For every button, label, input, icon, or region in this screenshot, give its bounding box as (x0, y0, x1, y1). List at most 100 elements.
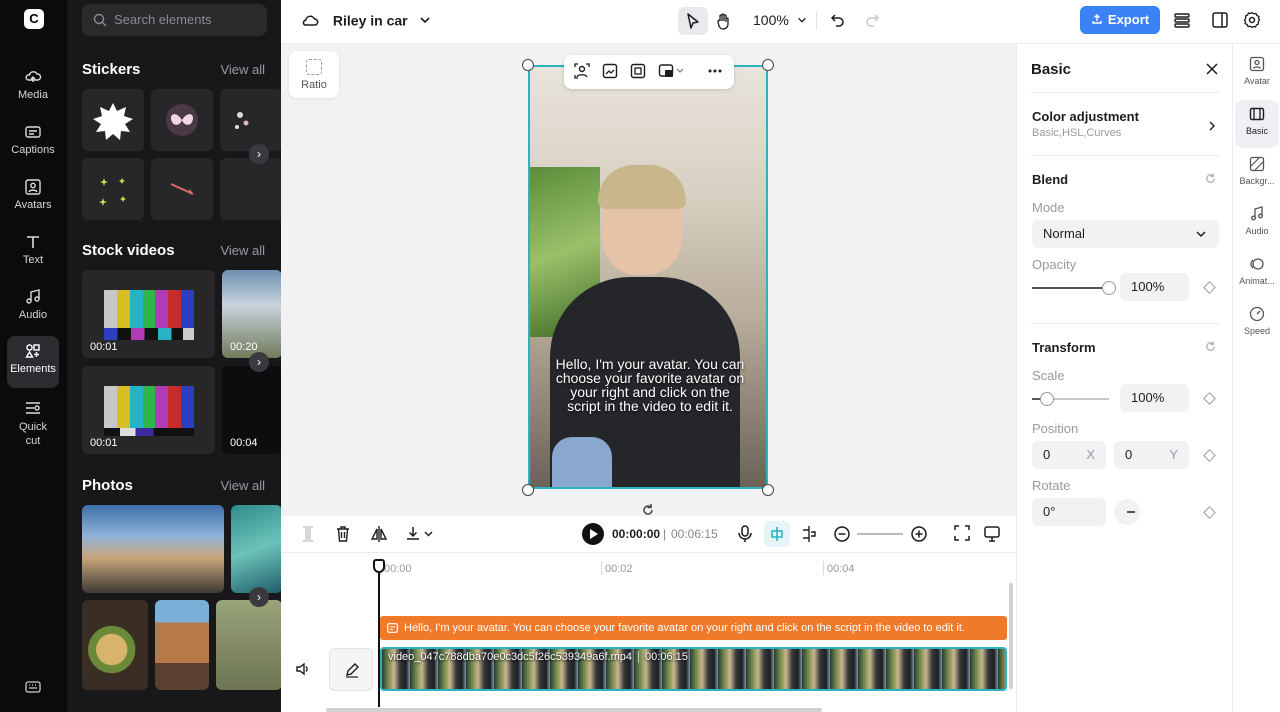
stickers-view-all-link[interactable]: View all (220, 62, 265, 77)
photo-item[interactable] (216, 600, 281, 690)
ratio-button[interactable]: Ratio (289, 51, 339, 98)
position-keyframe-icon[interactable] (1203, 449, 1216, 462)
photo-item[interactable] (155, 600, 209, 690)
auto-snap-toggle[interactable] (764, 521, 790, 547)
sticker-item[interactable] (151, 158, 213, 220)
split-icon[interactable] (300, 525, 316, 543)
rail-item-avatars[interactable]: Avatars (7, 172, 59, 224)
rail-item-quick-cut[interactable]: Quick cut (7, 393, 59, 453)
volume-speaker-icon[interactable] (295, 661, 311, 677)
sticker-item[interactable] (82, 158, 144, 220)
resize-handle-bottom-left[interactable] (522, 484, 534, 496)
download-icon[interactable] (405, 525, 435, 543)
project-name-dropdown[interactable]: Riley in car (301, 11, 441, 28)
flip-icon[interactable] (370, 525, 388, 543)
app-logo-icon[interactable]: C (24, 9, 44, 29)
slider-thumb[interactable] (1102, 281, 1116, 295)
photo-item[interactable] (82, 600, 148, 690)
hand-tool-button[interactable] (709, 7, 739, 35)
tab-background[interactable]: Backgr... (1235, 150, 1279, 198)
resize-handle-top-left[interactable] (522, 59, 534, 71)
slider-thumb[interactable] (1040, 392, 1054, 406)
replace-media-icon[interactable] (602, 63, 618, 82)
photo-item[interactable] (231, 505, 281, 593)
fit-to-screen-icon[interactable] (954, 525, 970, 541)
caption-view-icon[interactable] (983, 525, 1001, 543)
close-icon[interactable] (1205, 62, 1219, 76)
resize-handle-bottom-right[interactable] (762, 484, 774, 496)
rail-item-elements[interactable]: Elements (7, 336, 59, 388)
timeline-vertical-scrollbar[interactable] (1009, 583, 1013, 689)
stock-video-item[interactable]: 00:20 (222, 270, 281, 358)
rail-item-audio[interactable]: Audio (7, 282, 59, 334)
zoom-dropdown[interactable]: 100% (753, 12, 807, 28)
rail-item-text[interactable]: Text (7, 227, 59, 279)
resize-handle-top-right[interactable] (762, 59, 774, 71)
caption-track-clip[interactable]: Hello, I'm your avatar. You can choose y… (380, 616, 1007, 640)
stock-video-item[interactable]: 00:01 (82, 366, 215, 454)
stock-video-item[interactable]: 00:04 (222, 366, 281, 454)
scale-input[interactable]: 100% (1120, 384, 1189, 412)
tab-speed[interactable]: Speed (1235, 300, 1279, 348)
align-split-icon[interactable] (801, 525, 817, 543)
blend-mode-select[interactable]: Normal (1032, 220, 1219, 248)
microphone-icon[interactable] (737, 525, 753, 543)
play-button[interactable] (582, 523, 604, 545)
timeline-horizontal-scrollbar[interactable] (326, 708, 822, 712)
photos-scroll-right-button[interactable]: › (249, 587, 269, 607)
tab-basic[interactable]: Basic (1235, 100, 1279, 148)
opacity-input[interactable]: 100% (1120, 273, 1189, 301)
avatar-video-frame[interactable]: Hello, I'm your avatar. You can choose y… (528, 65, 768, 489)
opacity-keyframe-icon[interactable] (1203, 281, 1216, 294)
settings-gear-icon[interactable] (1243, 11, 1261, 29)
sticker-item[interactable] (220, 89, 281, 151)
video-caption-text[interactable]: Hello, I'm your avatar. You can choose y… (552, 357, 748, 413)
rotate-handle-icon[interactable] (641, 503, 655, 517)
scale-keyframe-icon[interactable] (1203, 392, 1216, 405)
keyboard-shortcuts-icon[interactable] (25, 680, 41, 694)
tab-animation[interactable]: Animat... (1235, 250, 1279, 298)
crop-icon[interactable] (630, 63, 646, 82)
position-x-input[interactable]: 0 X (1032, 441, 1106, 469)
edit-track-button[interactable] (329, 648, 373, 691)
playhead[interactable] (373, 559, 385, 707)
reset-icon[interactable] (1204, 340, 1217, 353)
zoom-in-icon[interactable] (910, 525, 928, 543)
stickers-scroll-right-button[interactable]: › (249, 144, 269, 164)
tab-avatar[interactable]: Avatar (1235, 50, 1279, 98)
sticker-item[interactable] (82, 89, 144, 151)
rail-item-captions[interactable]: Captions (7, 117, 59, 169)
photo-item[interactable] (82, 505, 224, 593)
photos-view-all-link[interactable]: View all (220, 478, 265, 493)
tab-audio[interactable]: Audio (1235, 200, 1279, 248)
rail-item-media[interactable]: Media (7, 62, 59, 114)
search-input[interactable]: Search elements (82, 4, 267, 36)
export-button[interactable]: Export (1080, 6, 1160, 34)
more-options-icon[interactable] (707, 63, 723, 82)
undo-icon[interactable] (830, 12, 846, 28)
rotate-dial[interactable] (1114, 499, 1140, 525)
stock-videos-scroll-right-button[interactable]: › (249, 352, 269, 372)
remove-background-icon[interactable] (574, 63, 590, 82)
opacity-slider[interactable] (1032, 281, 1116, 295)
redo-icon[interactable] (864, 12, 880, 28)
picture-in-picture-icon[interactable] (658, 63, 684, 82)
reset-icon[interactable] (1204, 172, 1217, 185)
delete-trash-icon[interactable] (335, 525, 351, 543)
rotate-input[interactable]: 0° (1032, 498, 1106, 526)
playhead-knob[interactable] (373, 559, 385, 573)
rotate-keyframe-icon[interactable] (1203, 506, 1216, 519)
zoom-out-icon[interactable] (833, 525, 851, 543)
sticker-item[interactable] (220, 158, 281, 220)
timeline[interactable]: 00:00 00:02 00:04 Hello, I'm your avatar… (281, 552, 1016, 712)
sticker-item[interactable] (151, 89, 213, 151)
layout-toggle-icon[interactable] (1211, 11, 1229, 29)
timeline-zoom-slider[interactable] (857, 533, 903, 535)
position-y-input[interactable]: 0 Y (1114, 441, 1189, 469)
stack-icon[interactable] (1173, 11, 1191, 29)
stock-videos-view-all-link[interactable]: View all (220, 243, 265, 258)
video-track-clip[interactable]: video_047c788dba70e0c3dc5f26c539349a6f.m… (380, 647, 1007, 691)
select-tool-button[interactable] (678, 7, 708, 35)
preview-canvas[interactable]: Ratio Hello, I'm your avatar. You can ch… (281, 44, 1016, 516)
scale-slider[interactable] (1032, 392, 1109, 406)
